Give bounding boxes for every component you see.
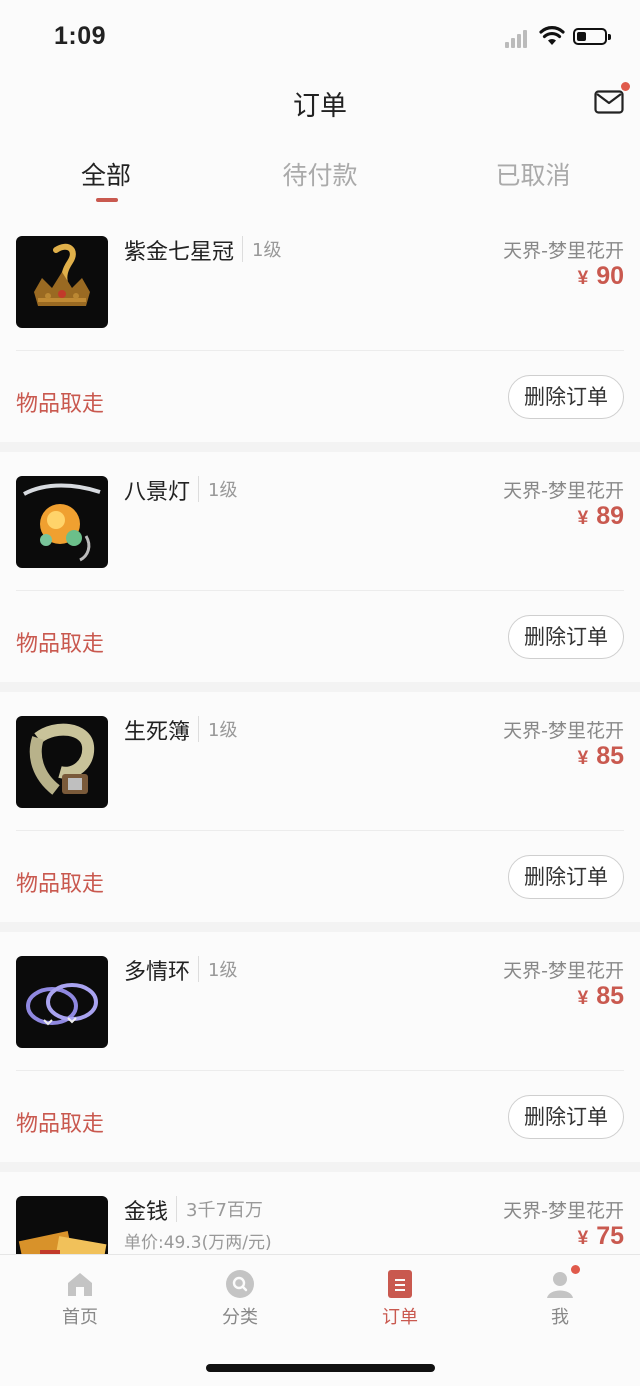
order-tabs: 全部 待付款 已取消 — [0, 132, 640, 213]
order-card[interactable]: 生死簿 1级 天界-梦里花开 ¥85 物品取走 删除订单 — [0, 692, 640, 922]
scroll-book-item-icon — [16, 716, 108, 808]
search-category-icon — [225, 1269, 255, 1299]
order-status: 物品取走 — [16, 1112, 105, 1137]
cellular-signal-icon — [505, 28, 531, 48]
currency-symbol: ¥ — [577, 748, 589, 769]
price-value: 85 — [596, 982, 624, 1010]
order-icon — [385, 1269, 415, 1299]
product-level: 1级 — [198, 716, 237, 742]
product-name: 八景灯 — [124, 480, 191, 505]
nav-orders[interactable]: 订单 — [350, 1269, 450, 1329]
product-name: 生死簿 — [124, 720, 191, 745]
server-name: 天界-梦里花开 — [503, 720, 624, 742]
price-value: 75 — [596, 1222, 624, 1250]
product-name: 紫金七星冠 — [124, 240, 235, 265]
order-price: ¥90 — [578, 262, 624, 291]
nav-label: 我 — [551, 1307, 569, 1328]
divider — [16, 830, 624, 831]
price-value: 89 — [596, 502, 624, 530]
nav-label: 分类 — [222, 1307, 258, 1328]
wifi-icon — [539, 26, 565, 45]
nav-category[interactable]: 分类 — [190, 1269, 290, 1329]
divider — [16, 350, 624, 351]
currency-symbol: ¥ — [577, 268, 589, 289]
delete-order-button[interactable]: 删除订单 — [508, 375, 624, 419]
nav-header: 订单 — [0, 76, 640, 132]
unit-price: 单价:49.3(万两/元) — [124, 1233, 272, 1253]
order-price: ¥85 — [578, 982, 624, 1011]
order-price: ¥89 — [578, 502, 624, 531]
home-indicator — [206, 1364, 435, 1372]
delete-order-button[interactable]: 删除订单 — [508, 615, 624, 659]
product-level: 1级 — [198, 476, 237, 502]
product-level: 1级 — [198, 956, 237, 982]
tab-cancelled[interactable]: 已取消 — [463, 156, 603, 192]
divider — [16, 1070, 624, 1071]
divider — [16, 590, 624, 591]
server-name: 天界-梦里花开 — [503, 480, 624, 502]
lantern-item-icon — [16, 476, 108, 568]
nav-profile[interactable]: 我 — [510, 1265, 610, 1329]
product-quantity: 3千7百万 — [176, 1196, 263, 1222]
price-value: 90 — [596, 262, 624, 290]
rings-item-icon — [16, 956, 108, 1048]
currency-symbol: ¥ — [577, 508, 589, 529]
server-name: 天界-梦里花开 — [503, 1200, 624, 1222]
order-status: 物品取走 — [16, 392, 105, 417]
currency-symbol: ¥ — [577, 1228, 589, 1249]
order-card[interactable]: 金钱 3千7百万 单价:49.3(万两/元) 天界-梦里花开 ¥75 — [0, 1172, 640, 1254]
message-button[interactable] — [594, 82, 630, 114]
order-price: ¥75 — [578, 1222, 624, 1251]
active-tab-indicator — [96, 198, 118, 202]
notification-dot — [621, 82, 630, 91]
order-card[interactable]: 多情环 1级 天界-梦里花开 ¥85 物品取走 删除订单 — [0, 932, 640, 1162]
tab-pending-payment[interactable]: 待付款 — [250, 156, 390, 192]
product-name: 多情环 — [124, 960, 191, 985]
status-time: 1:09 — [54, 22, 107, 50]
product-name: 金钱 — [124, 1200, 169, 1225]
delete-order-button[interactable]: 删除订单 — [508, 1095, 624, 1139]
status-bar: 1:09 — [0, 0, 640, 76]
delete-order-button[interactable]: 删除订单 — [508, 855, 624, 899]
order-card[interactable]: 八景灯 1级 天界-梦里花开 ¥89 物品取走 删除订单 — [0, 452, 640, 682]
server-name: 天界-梦里花开 — [503, 240, 624, 262]
crown-item-icon — [16, 236, 108, 328]
nav-label: 首页 — [62, 1307, 98, 1328]
nav-home[interactable]: 首页 — [30, 1269, 130, 1329]
money-item-icon — [16, 1196, 108, 1254]
tab-all[interactable]: 全部 — [36, 156, 176, 192]
currency-symbol: ¥ — [577, 988, 589, 1009]
home-icon — [65, 1269, 95, 1299]
order-status: 物品取走 — [16, 872, 105, 897]
profile-icon — [545, 1265, 580, 1299]
page-title: 订单 — [293, 91, 347, 122]
product-level: 1级 — [242, 236, 281, 262]
nav-label: 订单 — [382, 1307, 418, 1328]
profile-badge-dot — [571, 1265, 580, 1274]
order-price: ¥85 — [578, 742, 624, 771]
mail-icon — [594, 90, 624, 114]
order-card[interactable]: 紫金七星冠 1级 天界-梦里花开 ¥90 物品取走 删除订单 — [0, 212, 640, 442]
battery-icon — [573, 28, 611, 45]
server-name: 天界-梦里花开 — [503, 960, 624, 982]
order-status: 物品取走 — [16, 632, 105, 657]
price-value: 85 — [596, 742, 624, 770]
